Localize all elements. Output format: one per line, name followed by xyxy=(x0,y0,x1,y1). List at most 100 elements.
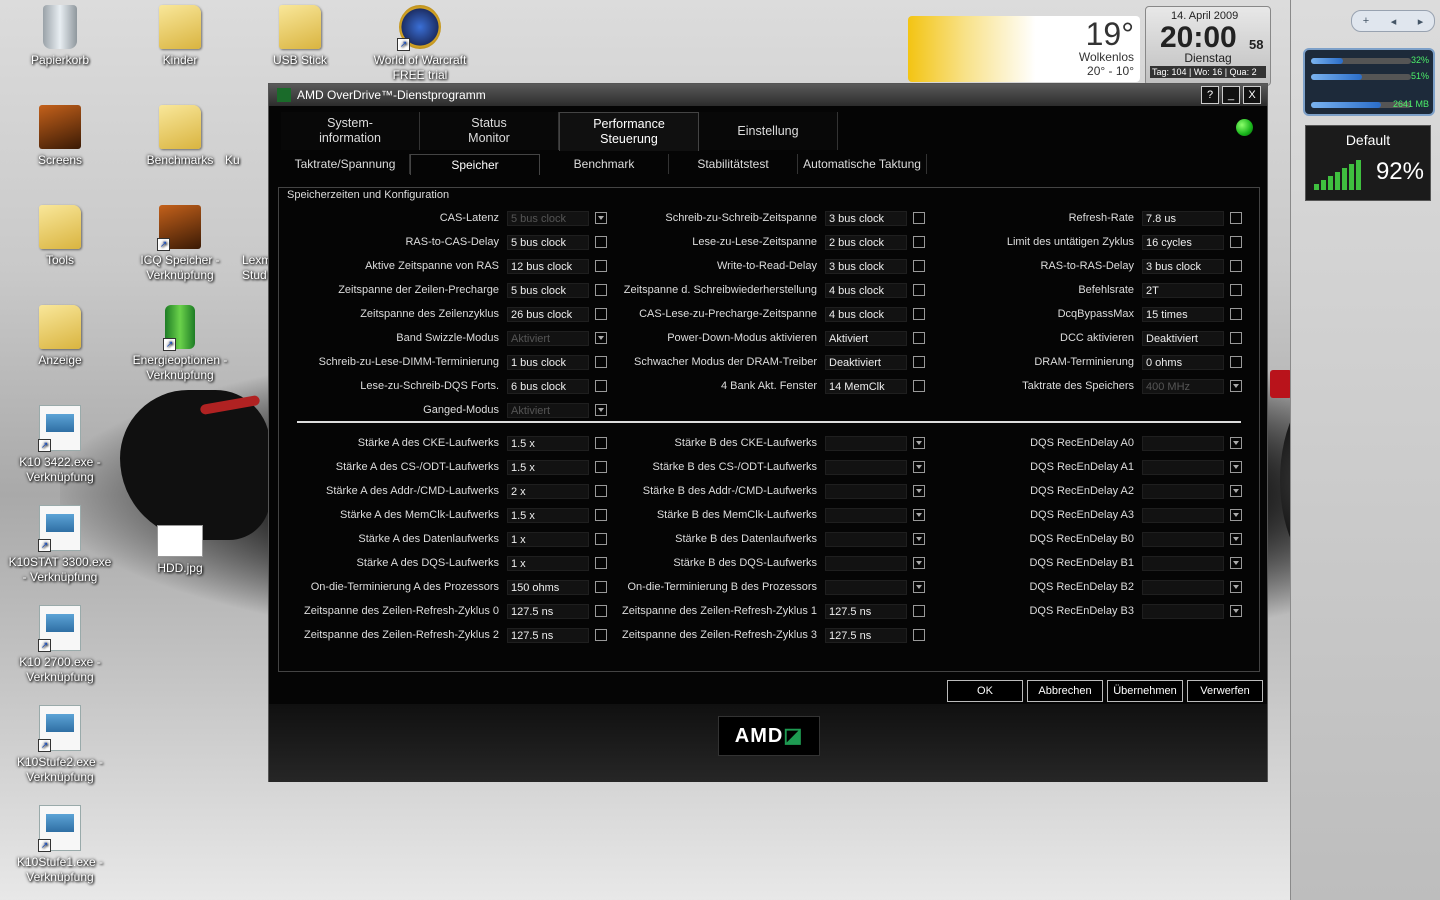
wifi-signal-icon xyxy=(1314,160,1361,190)
desktop-icon[interactable]: Kinder xyxy=(125,5,235,68)
setting-value[interactable] xyxy=(1142,483,1224,499)
setting-value[interactable]: Deaktiviert xyxy=(1142,330,1224,346)
setting-checkbox[interactable] xyxy=(1230,308,1242,320)
setting-value[interactable]: 3 bus clock xyxy=(1142,258,1224,274)
clock-gadget[interactable]: 14. April 2009 20:00 58 Dienstag Tag: 10… xyxy=(1145,6,1271,86)
setting-checkbox[interactable] xyxy=(1230,260,1242,272)
cpu2-label: 51% xyxy=(1410,71,1429,81)
folder-dark-icon: ↗ xyxy=(157,205,201,251)
cpu1-bar xyxy=(1311,58,1411,64)
window-titlebar[interactable]: AMD OverDrive™-Dienstprogramm ? _ X xyxy=(269,84,1267,106)
dropdown-arrow-icon[interactable] xyxy=(1230,605,1242,617)
dropdown-arrow-icon[interactable] xyxy=(1230,485,1242,497)
main-tab[interactable]: System- information xyxy=(281,112,420,150)
desktop-icon[interactable]: Tools xyxy=(5,205,115,268)
setting-value[interactable] xyxy=(1142,579,1224,595)
previous-icon[interactable]: ◂ xyxy=(1391,15,1397,28)
desktop-icon[interactable]: ↗ K10Stufe2.exe - Verknüpfung xyxy=(5,705,115,785)
amd-overdrive-window: AMD OverDrive™-Dienstprogramm ? _ X Syst… xyxy=(268,83,1268,782)
next-icon[interactable]: ▸ xyxy=(1418,15,1424,28)
close-button[interactable]: X xyxy=(1243,86,1261,104)
desktop-icon[interactable]: Anzeige xyxy=(5,305,115,368)
windows-sidebar: + ◂ ▸ 32% 51% 2641 MB Default 92% xyxy=(1290,0,1440,900)
main-tab-label: Status Monitor xyxy=(468,116,510,145)
apply-button[interactable]: Übernehmen xyxy=(1107,680,1183,702)
desktop-icon[interactable]: ↗ K10Stufe1.exe - Verknüpfung xyxy=(5,805,115,885)
desktop-icon[interactable]: ↗ World of Warcraft FREE trial xyxy=(365,5,475,83)
folder-icon xyxy=(159,5,201,49)
setting-value[interactable] xyxy=(1142,459,1224,475)
dropdown-arrow-icon[interactable] xyxy=(1230,509,1242,521)
setting-value[interactable]: 7.8 us xyxy=(1142,210,1224,226)
setting-value[interactable]: 0 ohms xyxy=(1142,354,1224,370)
shortcut-arrow-icon: ↗ xyxy=(38,439,51,452)
dropdown-arrow-icon[interactable] xyxy=(1230,557,1242,569)
cancel-button[interactable]: Abbrechen xyxy=(1027,680,1103,702)
desktop-icon[interactable]: ↗ K10 2700.exe - Verknüpfung xyxy=(5,605,115,685)
dialog-buttons: OK Abbrechen Übernehmen Verwerfen xyxy=(947,680,1263,702)
minimize-button[interactable]: _ xyxy=(1222,86,1240,104)
desktop-icon-partial[interactable]: Ku xyxy=(225,153,265,168)
desktop-icon[interactable]: USB Stick xyxy=(245,5,355,68)
setting-checkbox[interactable] xyxy=(913,629,925,641)
sub-tab[interactable]: Stabilitätstest xyxy=(669,154,798,174)
setting-checkbox[interactable] xyxy=(1230,236,1242,248)
dropdown-arrow-icon[interactable] xyxy=(1230,437,1242,449)
desktop-icon[interactable]: ↗ K10STAT 3300.exe - Verknüpfung xyxy=(5,505,115,585)
main-tab[interactable]: Performance Steuerung xyxy=(559,112,699,151)
wifi-gadget[interactable]: Default 92% xyxy=(1305,125,1431,201)
amd-app-icon xyxy=(277,88,291,102)
setting-value[interactable] xyxy=(1142,531,1224,547)
desktop-icon[interactable]: Papierkorb xyxy=(5,5,115,68)
setting-checkbox[interactable] xyxy=(1230,332,1242,344)
dropdown-arrow-icon[interactable] xyxy=(1230,581,1242,593)
setting-value: 400 MHz xyxy=(1142,378,1224,394)
desktop-icon[interactable]: Screens xyxy=(5,105,115,168)
folder-icon xyxy=(39,205,81,249)
sub-tab[interactable]: Automatische Taktung xyxy=(798,154,927,174)
add-gadget-icon[interactable]: + xyxy=(1363,15,1369,27)
amd-arrow-icon: ◪ xyxy=(783,725,804,747)
cpu1-label: 32% xyxy=(1410,55,1429,65)
setting-checkbox[interactable] xyxy=(1230,284,1242,296)
desktop-icon-label: Papierkorb xyxy=(30,53,90,67)
cpu-meter-gadget[interactable]: 32% 51% 2641 MB xyxy=(1303,48,1435,116)
main-tab[interactable]: Einstellung xyxy=(699,112,838,150)
setting-value[interactable] xyxy=(1142,435,1224,451)
sub-tab[interactable]: Taktrate/Spannung xyxy=(281,154,410,174)
weather-range: 20° - 10° xyxy=(1087,64,1134,78)
desktop-icon-label: HDD.jpg xyxy=(157,561,203,575)
setting-value[interactable] xyxy=(1142,603,1224,619)
setting-label: DQS RecEnDelay B1 xyxy=(1029,557,1134,569)
help-button[interactable]: ? xyxy=(1201,86,1219,104)
ok-button[interactable]: OK xyxy=(947,680,1023,702)
desktop-icon-label: Lexm Stud xyxy=(242,253,272,282)
setting-value[interactable] xyxy=(1142,507,1224,523)
desktop-icon[interactable]: Benchmarks xyxy=(125,105,235,168)
sub-tab[interactable]: Speicher xyxy=(410,154,540,175)
wow-icon: ↗ xyxy=(397,5,441,51)
desktop-icon-label: USB Stick xyxy=(272,53,327,67)
sub-tab[interactable]: Benchmark xyxy=(540,154,669,174)
desktop-icon[interactable]: ↗ Energieoptionen - Verknüpfung xyxy=(125,305,235,383)
setting-value[interactable]: 15 times xyxy=(1142,306,1224,322)
setting-value[interactable]: 2T xyxy=(1142,282,1224,298)
setting-row: DCC aktivieren Deaktiviert xyxy=(279,330,1242,346)
dropdown-arrow-icon[interactable] xyxy=(1230,533,1242,545)
weather-gadget[interactable]: 19° Wolkenlos 20° - 10° xyxy=(908,16,1140,82)
discard-button[interactable]: Verwerfen xyxy=(1187,680,1263,702)
setting-value[interactable]: 16 cycles xyxy=(1142,234,1224,250)
desktop-icon-label: K10 2700.exe - Verknüpfung xyxy=(19,655,101,684)
setting-value[interactable] xyxy=(1142,555,1224,571)
desktop-icon[interactable]: HDD.jpg xyxy=(125,515,235,576)
main-tab[interactable]: Status Monitor xyxy=(420,112,559,150)
setting-value[interactable]: 127.5 ns xyxy=(825,627,907,643)
desktop-icon-label: Benchmarks xyxy=(146,153,214,167)
desktop-icon[interactable]: ↗ ICQ Speicher - Verknüpfung xyxy=(125,205,235,283)
dropdown-arrow-icon[interactable] xyxy=(1230,461,1242,473)
setting-checkbox[interactable] xyxy=(1230,212,1242,224)
status-led-icon xyxy=(1236,119,1253,136)
setting-checkbox[interactable] xyxy=(1230,356,1242,368)
desktop-icon[interactable]: ↗ K10 3422.exe - Verknüpfung xyxy=(5,405,115,485)
setting-row: DQS RecEnDelay A2 xyxy=(279,483,1242,499)
